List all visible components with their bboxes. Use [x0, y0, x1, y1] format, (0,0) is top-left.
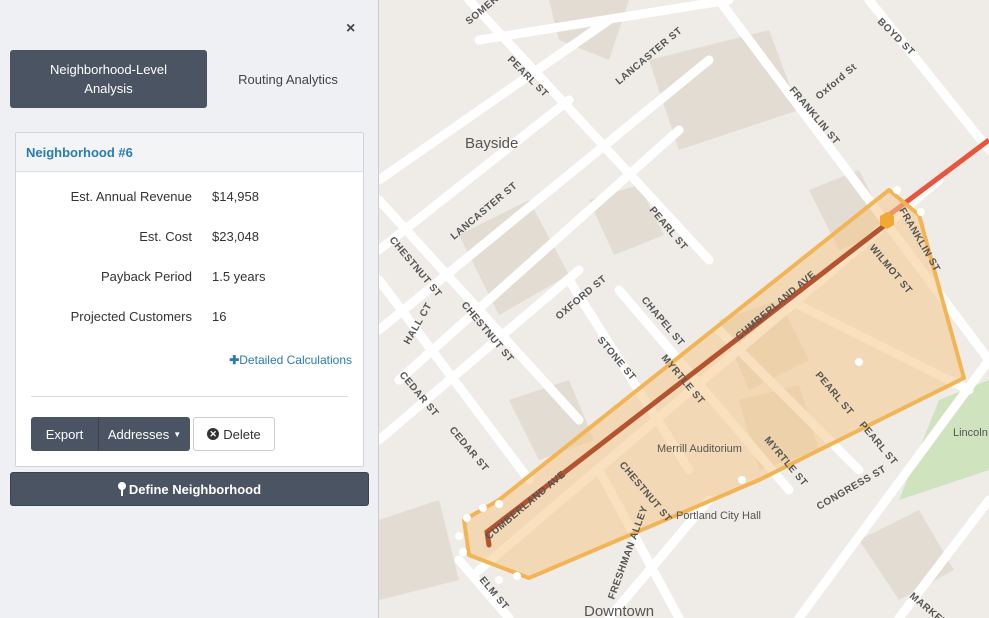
map-view[interactable]: Bayside Downtown Merrill Auditorium Port… [379, 0, 989, 618]
stat-value: 16 [212, 309, 227, 324]
stat-label: Payback Period [100, 269, 192, 284]
addresses-dropdown-button[interactable]: Addresses ▼ [99, 417, 190, 451]
export-label: Export [45, 426, 84, 442]
times-circle-icon: ✕ [207, 428, 220, 440]
neighborhood-card: Neighborhood #6 Est. Annual Revenue $14,… [15, 132, 364, 467]
poi-label-merrill: Merrill Auditorium [657, 443, 742, 455]
caret-down-icon: ▼ [173, 429, 182, 439]
card-title: Neighborhood #6 [16, 133, 363, 172]
addresses-label: Addresses [107, 426, 170, 442]
tab-routing-analytics[interactable]: Routing Analytics [207, 50, 369, 108]
map-canvas[interactable]: Bayside Downtown Merrill Auditorium Port… [379, 0, 989, 618]
stat-value: $14,958 [212, 189, 259, 204]
stat-row-revenue: Est. Annual Revenue $14,958 [16, 189, 365, 209]
delete-button[interactable]: ✕ Delete [193, 417, 275, 451]
tab-neighborhood-analysis[interactable]: Neighborhood-Level Analysis [10, 50, 207, 108]
stat-value: 1.5 years [212, 269, 266, 284]
poi-label-city-hall: Portland City Hall [676, 510, 761, 522]
define-neighborhood-label: Define Neighborhood [128, 481, 262, 497]
detailed-calculations-link[interactable]: ✚Detailed Calculations [229, 353, 352, 367]
stat-row-payback: Payback Period 1.5 years [16, 269, 365, 289]
export-button[interactable]: Export [31, 417, 99, 451]
stat-value: $23,048 [212, 229, 259, 244]
stat-label: Est. Annual Revenue [70, 189, 192, 204]
plus-icon: ✚ [229, 353, 240, 367]
area-label-bayside: Bayside [465, 135, 518, 152]
area-label-downtown: Downtown [584, 603, 654, 618]
detailed-calculations-label: Detailed Calculations [239, 353, 352, 367]
side-panel: × Neighborhood-Level Analysis Routing An… [0, 0, 379, 618]
divider [31, 396, 348, 397]
map-pin-icon [117, 482, 126, 496]
stat-label: Est. Cost [139, 229, 192, 244]
delete-label: Delete [223, 426, 261, 442]
stat-row-cost: Est. Cost $23,048 [16, 229, 365, 249]
stat-row-customers: Projected Customers 16 [16, 309, 365, 329]
define-neighborhood-button[interactable]: Define Neighborhood [10, 472, 369, 506]
close-icon[interactable]: × [346, 20, 355, 38]
stat-label: Projected Customers [70, 309, 192, 324]
poi-label-lincoln: Lincoln [953, 427, 988, 439]
